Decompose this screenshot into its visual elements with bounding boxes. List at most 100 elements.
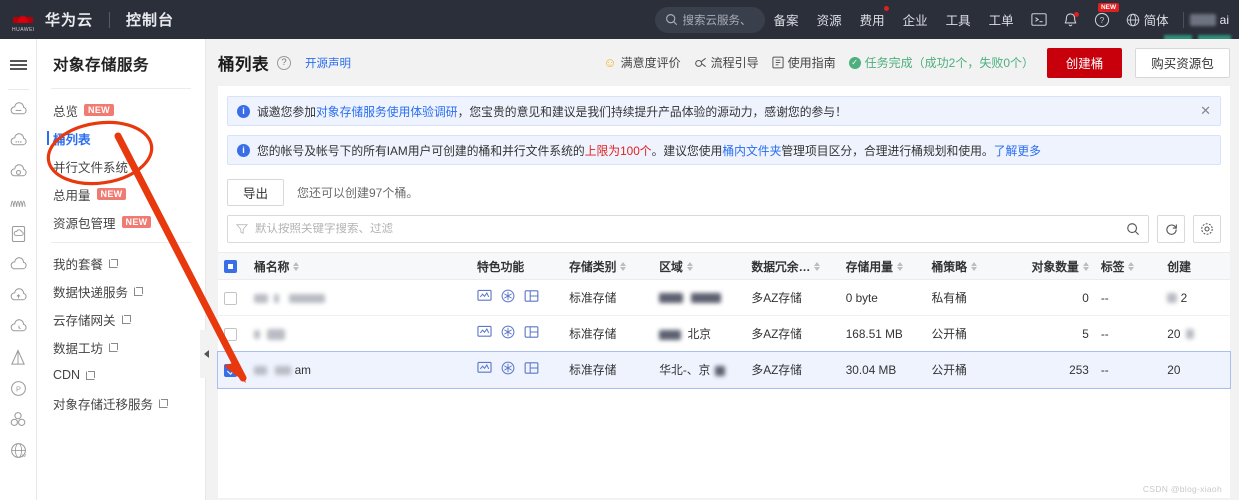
document-cloud-icon[interactable] (0, 218, 37, 249)
select-all-checkbox[interactable] (224, 260, 237, 274)
language-selector[interactable]: 简体 (1126, 10, 1169, 29)
sort-icon[interactable] (1082, 261, 1089, 271)
sort-icon[interactable] (896, 261, 903, 271)
hamburger-menu-icon[interactable] (0, 47, 37, 83)
table-icon[interactable] (524, 361, 539, 375)
search-field-wrapper[interactable] (227, 215, 1149, 243)
sidebar-item-label: 对象存储迁移服务 (53, 397, 154, 412)
sort-icon[interactable] (620, 261, 627, 271)
column-header-object-count[interactable]: 对象数量 (1002, 252, 1095, 280)
close-icon[interactable]: ✕ (1200, 103, 1211, 119)
sort-icon[interactable] (1128, 261, 1135, 271)
cell-bucket-name[interactable]: am (248, 351, 471, 388)
console-label[interactable]: 控制台 (126, 9, 174, 30)
table-row[interactable]: am 标准存储 华北-、京 多AZ存储 30.04 MB 公开桶 253 -- … (217, 350, 1231, 389)
survey-link[interactable]: 对象存储服务使用体验调研 (316, 105, 458, 119)
table-row[interactable]: 标准存储 北京 多AZ存储 168.51 MB 公开桶 5 -- 20 (218, 315, 1230, 352)
learn-more-link[interactable]: 了解更多 (994, 144, 1041, 158)
user-account-area[interactable]: ai (1164, 13, 1239, 48)
cloud-upload-icon[interactable] (0, 280, 37, 311)
table-icon[interactable] (524, 289, 539, 303)
table-icon[interactable] (524, 325, 539, 339)
user-guide-button[interactable]: 使用指南 (772, 54, 836, 71)
column-header-storage-class[interactable]: 存储类别 (563, 252, 654, 280)
satisfaction-rating-button[interactable]: ☺ 满意度评价 (603, 54, 680, 71)
table-toolbar: 导出 您还可以创建97个桶。 (218, 165, 1230, 206)
cell-bucket-name[interactable] (248, 279, 471, 316)
sidebar-item-my-package[interactable]: 我的套餐 (37, 249, 205, 277)
cloud-service-icon-1[interactable] (0, 94, 37, 125)
monitor-icon[interactable] (477, 361, 492, 375)
sidebar-item-data-express[interactable]: 数据快递服务 (37, 277, 205, 305)
bucket-folder-link[interactable]: 桶内文件夹 (722, 144, 781, 158)
column-header-usage[interactable]: 存储用量 (839, 252, 926, 280)
row-checkbox[interactable] (224, 327, 237, 341)
sort-icon[interactable] (293, 261, 300, 271)
snowflake-icon[interactable] (501, 289, 515, 303)
column-header-policy[interactable]: 桶策略 (925, 252, 1003, 280)
sort-icon[interactable] (814, 261, 821, 271)
sort-icon[interactable] (970, 261, 977, 271)
column-header-region[interactable]: 区域 (653, 252, 746, 280)
column-header-name[interactable]: 桶名称 (248, 252, 471, 280)
nav-link-tickets[interactable]: 工单 (989, 10, 1014, 29)
export-button[interactable]: 导出 (227, 179, 284, 206)
sidebar-item-parallel-file-system[interactable]: 并行文件系统 (37, 152, 205, 180)
survey-alert: i 诚邀您参加对象存储服务使用体验调研，您宝贵的意见和建议是我们持续提升产品体验… (227, 96, 1221, 126)
nav-link-tools[interactable]: 工具 (946, 10, 971, 29)
row-checkbox[interactable] (224, 291, 237, 305)
cloud-clock-icon[interactable] (0, 311, 37, 342)
help-question-icon[interactable]: ? (277, 55, 291, 70)
page-header: 桶列表 ? 开源声明 ☺ 满意度评价 流程引导 使用指南 ✓ 任务完成（成功2个… (206, 39, 1239, 86)
buy-resource-package-button[interactable]: 购买资源包 (1135, 47, 1230, 78)
nav-link-enterprise[interactable]: 企业 (903, 10, 928, 29)
snowflake-icon[interactable] (501, 361, 515, 375)
check-circle-icon: ✓ (848, 56, 861, 69)
sort-icon[interactable] (686, 261, 693, 271)
cell-bucket-name[interactable] (248, 315, 471, 352)
sidebar-item-resource-package[interactable]: 资源包管理 NEW (37, 208, 205, 236)
sidebar-item-cdn[interactable]: CDN (37, 361, 205, 389)
nav-link-billing[interactable]: 费用 (860, 6, 889, 29)
search-icon[interactable] (1126, 222, 1140, 236)
monitor-icon[interactable] (477, 289, 492, 303)
cell-bucket-policy: 私有桶 (925, 279, 1003, 316)
notification-bell-icon[interactable] (1063, 11, 1079, 28)
help-question-icon[interactable]: ? NEW (1094, 2, 1119, 28)
cloudshell-icon[interactable] (1030, 12, 1047, 27)
cloud-service-icon-2[interactable] (0, 125, 37, 156)
nav-link-resources[interactable]: 资源 (817, 10, 842, 29)
search-input[interactable] (255, 223, 1119, 235)
sidebar-item-data-workshop[interactable]: 数据工坊 (37, 333, 205, 361)
cell-created: 20 (1161, 315, 1230, 352)
cloud-service-icon-3[interactable] (0, 156, 37, 187)
sidebar-item-migration-service[interactable]: 对象存储迁移服务 (37, 389, 205, 417)
column-header-tags[interactable]: 标签 (1094, 252, 1162, 280)
global-search[interactable]: 搜索云服务、 (654, 6, 765, 33)
create-bucket-button[interactable]: 创建桶 (1047, 47, 1122, 78)
huawei-cloud-logo[interactable]: HUAWEI 华为云 (0, 7, 93, 33)
sidebar-item-bucket-list[interactable]: 桶列表 (37, 124, 205, 152)
cluster-icon[interactable] (0, 404, 37, 435)
column-header-created[interactable]: 创建 (1161, 252, 1230, 280)
waveform-icon[interactable] (0, 187, 37, 218)
created-redacted (1167, 293, 1178, 304)
column-settings-button[interactable] (1193, 215, 1221, 243)
snowflake-icon[interactable] (501, 325, 515, 339)
globe-p-icon[interactable]: P (0, 373, 37, 404)
sidebar-item-cloud-storage-gateway[interactable]: 云存储网关 (37, 305, 205, 333)
row-checkbox[interactable] (224, 363, 237, 377)
monitor-icon[interactable] (477, 325, 492, 339)
column-header-redundancy[interactable]: 数据冗余… (745, 252, 840, 280)
open-source-statement-link[interactable]: 开源声明 (305, 55, 351, 71)
sidebar-item-total-usage[interactable]: 总用量 NEW (37, 180, 205, 208)
refresh-button[interactable] (1157, 215, 1185, 243)
billing-alert-dot (883, 6, 889, 11)
process-guide-button[interactable]: 流程引导 (694, 54, 759, 71)
table-row[interactable]: 标准存储 多AZ存储 0 byte 私有桶 0 -- 2 (218, 279, 1230, 316)
cloud-icon[interactable] (0, 249, 37, 280)
globe-w-icon[interactable]: w (0, 435, 37, 466)
nav-link-beian[interactable]: 备案 (774, 10, 799, 29)
pyramid-icon[interactable] (0, 342, 37, 373)
sidebar-item-overview[interactable]: 总览 NEW (37, 96, 205, 124)
